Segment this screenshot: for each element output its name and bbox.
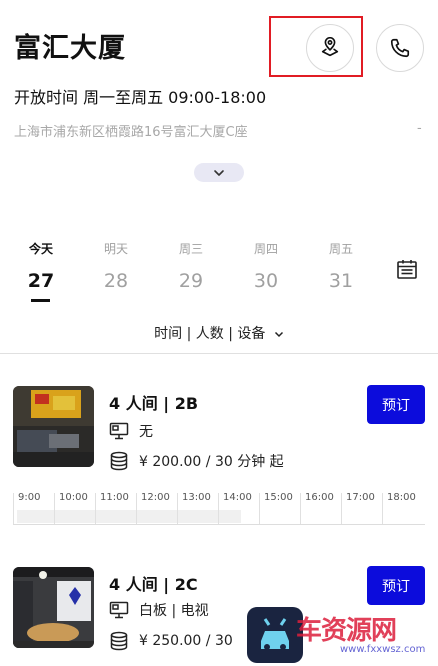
timeline-tick-label: 15:00 (264, 492, 293, 503)
watermark-logo (247, 607, 303, 663)
date-tab-dow: 周三 (178, 242, 203, 256)
timeline-tick-label: 14:00 (223, 492, 252, 503)
call-button[interactable] (376, 24, 424, 72)
date-tab[interactable]: 周四 30 (246, 240, 286, 292)
date-tab-num: 31 (328, 270, 354, 292)
date-tab-num: 29 (178, 270, 204, 292)
date-tab-dow: 今天 (28, 242, 53, 256)
timeline-tick-label: 16:00 (305, 492, 334, 503)
room-photo[interactable] (13, 386, 94, 467)
room-title: 4 人间 | 2C (109, 575, 198, 594)
timeline-gridline (382, 493, 383, 524)
date-tab-dow: 明天 (103, 242, 128, 256)
filter-label: 时间 | 人数 | 设备 (154, 326, 266, 342)
room-price-text: ¥ 200.00 / 30 分钟 起 (139, 454, 284, 470)
room-equipment: 无 (109, 421, 153, 441)
coins-icon (110, 451, 128, 471)
room-photo[interactable] (13, 567, 94, 648)
watermark-url: www.fxxwsz.com (340, 644, 426, 655)
timeline-gridline (341, 493, 342, 524)
date-tab[interactable]: 明天 28 (96, 240, 136, 292)
timeline-free-band (17, 510, 241, 523)
timeline-tick-label: 13:00 (182, 492, 211, 503)
calendar-icon (397, 260, 417, 279)
book-button[interactable]: 预订 (367, 566, 425, 605)
room-price: ¥ 250.00 / 30 (109, 631, 233, 651)
timeline-tick-label: 18:00 (387, 492, 416, 503)
timeline-gridline (177, 493, 178, 524)
expand-button[interactable] (194, 163, 244, 182)
room-title: 4 人间 | 2B (109, 394, 199, 413)
timeline-gridline (54, 493, 55, 524)
timeline-gridline (13, 493, 14, 524)
calendar-button[interactable] (396, 258, 418, 284)
availability-timeline[interactable]: 9:00 10:00 11:00 12:00 13:00 14:00 15:00 16:00 1… (13, 492, 425, 525)
room-price-text: ¥ 250.00 / 30 (139, 633, 233, 649)
timeline-tick-label: 9:00 (18, 492, 41, 503)
coins-icon (110, 631, 128, 651)
chevron-down-icon (214, 169, 224, 176)
filter-dropdown[interactable]: 时间 | 人数 | 设备 (0, 323, 438, 343)
monitor-icon (109, 422, 129, 440)
timeline-gridline (136, 493, 137, 524)
date-tab-num: 30 (253, 270, 279, 292)
room-price: ¥ 200.00 / 30 分钟 起 (109, 451, 284, 471)
address-trailing: - (417, 121, 422, 136)
section-divider (0, 353, 438, 354)
timeline-tick-label: 12:00 (141, 492, 170, 503)
timeline-gridline (259, 493, 260, 524)
watermark-text: 车资源网 (296, 616, 397, 646)
timeline-tick-label: 10:00 (59, 492, 88, 503)
chevron-down-icon (274, 331, 283, 337)
room-equipment-text: 无 (139, 424, 153, 440)
date-tab-num: 27 (27, 270, 55, 292)
date-tab-dow: 周四 (253, 242, 278, 256)
timeline-tick-label: 11:00 (100, 492, 129, 503)
timeline-gridline (95, 493, 96, 524)
highlight-box (269, 16, 363, 77)
room-equipment-text: 白板 | 电视 (139, 603, 209, 619)
date-tab-num: 28 (103, 270, 129, 292)
monitor-icon (109, 601, 129, 619)
timeline-tick-label: 17:00 (346, 492, 375, 503)
timeline-gridline (300, 493, 301, 524)
opening-hours: 开放时间 周一至周五 09:00-18:00 (14, 88, 267, 107)
address: 上海市浦东新区栖霞路16号富汇大厦C座 (14, 125, 248, 140)
building-title: 富汇大厦 (14, 33, 126, 64)
date-tab-dow: 周五 (328, 242, 353, 256)
book-button[interactable]: 预订 (367, 385, 425, 424)
timeline-gridline (218, 493, 219, 524)
room-equipment: 白板 | 电视 (109, 600, 209, 620)
date-active-indicator (31, 299, 50, 302)
date-tab[interactable]: 周三 29 (171, 240, 211, 292)
date-tab-today[interactable]: 今天 27 (21, 240, 61, 292)
phone-icon (390, 38, 410, 58)
date-tab[interactable]: 周五 31 (321, 240, 361, 292)
